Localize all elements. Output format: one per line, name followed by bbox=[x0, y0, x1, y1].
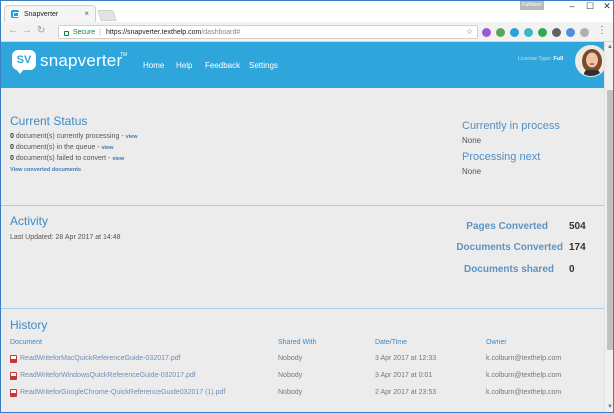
browser-tab[interactable]: Snapverter × bbox=[4, 5, 96, 22]
new-tab-button[interactable] bbox=[97, 10, 117, 21]
vertical-scrollbar[interactable]: ▲ ▼ bbox=[604, 42, 614, 413]
currently-in-process-title: Currently in process bbox=[462, 120, 560, 132]
processing-next-title: Processing next bbox=[462, 151, 541, 163]
shared-with-cell: Nobody bbox=[278, 389, 303, 396]
url-separator: | bbox=[99, 28, 102, 36]
shared-with-cell: Nobody bbox=[278, 355, 303, 362]
pdf-file-icon bbox=[10, 355, 17, 363]
document-link[interactable]: ReadWriteforMacQuickReferenceGuide-03201… bbox=[20, 355, 181, 362]
date-time-cell: 2 Apr 2017 at 23:53 bbox=[375, 389, 437, 396]
view-processing-link[interactable]: view bbox=[126, 134, 138, 140]
documents-converted-label: Documents Converted bbox=[456, 242, 563, 253]
column-owner[interactable]: Owner bbox=[486, 339, 507, 346]
nav-home[interactable]: Home bbox=[143, 61, 164, 70]
table-row[interactable]: ReadWriteforWindowsQuickReferenceGuide-0… bbox=[0, 369, 604, 386]
close-window-icon[interactable]: ✕ bbox=[597, 1, 614, 12]
snapverter-favicon-icon bbox=[11, 10, 19, 18]
nav-settings[interactable]: Settings bbox=[249, 61, 278, 70]
documents-shared-value: 0 bbox=[569, 264, 575, 275]
history-title: History bbox=[10, 318, 48, 332]
extension-purple-icon[interactable] bbox=[482, 28, 491, 37]
pages-converted-label: Pages Converted bbox=[466, 221, 548, 232]
browser-toolbar: ← → ↻ Secure | https://snapverter.texthe… bbox=[0, 22, 614, 42]
status-line-failed: 0 document(s) failed to convert - view bbox=[10, 155, 124, 162]
documents-converted-value: 174 bbox=[569, 242, 586, 253]
logo-trademark: TM bbox=[120, 52, 128, 58]
section-divider bbox=[0, 205, 604, 206]
extension-grey-icon[interactable] bbox=[580, 28, 589, 37]
document-link[interactable]: ReadWriteforGoogleChrome-QuickReferenceG… bbox=[20, 389, 225, 396]
scroll-down-icon[interactable]: ▼ bbox=[607, 404, 613, 410]
scroll-up-icon[interactable]: ▲ bbox=[607, 44, 613, 50]
pdf-file-icon bbox=[10, 372, 17, 380]
user-photo-icon bbox=[576, 46, 604, 76]
logo-text[interactable]: snapverter bbox=[40, 51, 122, 71]
failed-text: document(s) failed to convert - bbox=[13, 155, 113, 162]
processing-next-value: None bbox=[462, 167, 482, 176]
shared-with-cell: Nobody bbox=[278, 372, 303, 379]
section-divider bbox=[0, 308, 604, 309]
nav-feedback[interactable]: Feedback bbox=[205, 61, 240, 70]
document-link[interactable]: ReadWriteforWindowsQuickReferenceGuide-0… bbox=[20, 372, 196, 379]
reload-icon[interactable]: ↻ bbox=[37, 25, 45, 36]
profile-button[interactable]: Kathleen bbox=[520, 1, 544, 10]
avatar[interactable] bbox=[575, 45, 604, 77]
bookmark-star-icon[interactable]: ☆ bbox=[466, 27, 473, 36]
app-header: SV snapverter TM Home Help Feedback Sett… bbox=[0, 42, 604, 88]
tab-close-icon[interactable]: × bbox=[84, 9, 89, 18]
table-row[interactable]: ReadWriteforGoogleChrome-QuickReferenceG… bbox=[0, 386, 604, 403]
owner-cell: k.colburn@texthelp.com bbox=[486, 389, 562, 396]
documents-shared-label: Documents shared bbox=[463, 264, 554, 275]
column-date-time[interactable]: Date/Time bbox=[375, 339, 407, 346]
table-row[interactable]: ReadWriteforMacQuickReferenceGuide-03201… bbox=[0, 352, 604, 369]
column-document[interactable]: Document bbox=[10, 339, 42, 346]
scrollbar-thumb[interactable] bbox=[607, 90, 613, 350]
currently-in-process-value: None bbox=[462, 136, 482, 145]
back-icon[interactable]: ← bbox=[8, 25, 18, 36]
queue-text: document(s) in the queue - bbox=[13, 144, 102, 151]
url-path: /dashboard# bbox=[201, 28, 241, 36]
snapverter-logo-icon[interactable]: SV bbox=[12, 50, 36, 74]
nav-help[interactable]: Help bbox=[176, 61, 192, 70]
forward-icon[interactable]: → bbox=[22, 25, 32, 36]
date-time-cell: 3 Apr 2017 at 12:33 bbox=[375, 355, 437, 362]
menu-kebab-icon[interactable]: ⋮ bbox=[597, 25, 607, 36]
activity-title: Activity bbox=[10, 214, 49, 228]
license-label: License Type: bbox=[518, 56, 552, 62]
date-time-cell: 3 Apr 2017 at 0:01 bbox=[375, 372, 433, 379]
pages-converted-value: 504 bbox=[569, 221, 586, 232]
extension-puzzle-icon[interactable] bbox=[566, 28, 575, 37]
owner-cell: k.colburn@texthelp.com bbox=[486, 372, 562, 379]
extension-scissors-icon[interactable] bbox=[552, 28, 561, 37]
url-host: https://snapverter.texthelp.com bbox=[106, 28, 202, 36]
owner-cell: k.colburn@texthelp.com bbox=[486, 355, 562, 362]
extension-blue-icon[interactable] bbox=[510, 28, 519, 37]
view-queue-link[interactable]: view bbox=[101, 145, 113, 151]
license-type: License Type: Full bbox=[518, 56, 563, 62]
license-value: Full bbox=[553, 56, 564, 62]
view-converted-documents-link[interactable]: View converted documents bbox=[10, 167, 81, 173]
current-status-title: Current Status bbox=[10, 114, 88, 128]
address-bar[interactable]: Secure | https://snapverter.texthelp.com… bbox=[58, 25, 478, 39]
extension-green-icon[interactable] bbox=[496, 28, 505, 37]
tab-title: Snapverter bbox=[24, 10, 59, 18]
page-content: SV snapverter TM Home Help Feedback Sett… bbox=[0, 42, 604, 413]
secure-label: Secure bbox=[73, 28, 96, 36]
view-failed-link[interactable]: view bbox=[112, 156, 124, 162]
status-line-queue: 0 document(s) in the queue - view bbox=[10, 144, 113, 151]
status-line-processing: 0 document(s) currently processing - vie… bbox=[10, 133, 138, 140]
column-shared-with[interactable]: Shared With bbox=[278, 339, 317, 346]
tab-strip: Snapverter × Kathleen – ☐ ✕ bbox=[0, 0, 614, 22]
minimize-icon[interactable]: – bbox=[562, 1, 582, 11]
processing-text: document(s) currently processing - bbox=[13, 133, 126, 140]
last-updated: Last Updated: 28 Apr 2017 at 14:48 bbox=[10, 234, 121, 241]
extension-teal-icon[interactable] bbox=[524, 28, 533, 37]
extension-drive-icon[interactable] bbox=[538, 28, 547, 37]
lock-icon bbox=[64, 30, 69, 36]
pdf-file-icon bbox=[10, 389, 17, 397]
